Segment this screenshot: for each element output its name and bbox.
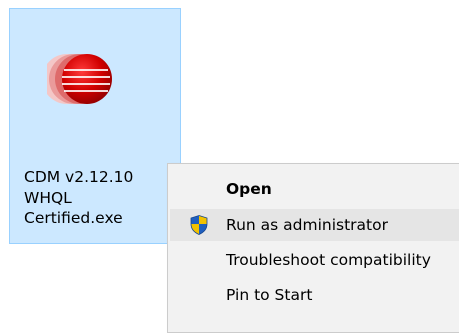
menu-item-troubleshoot-compatibility[interactable]: Troubleshoot compatibility <box>170 244 459 276</box>
menu-item-pin-to-start[interactable]: Pin to Start <box>170 279 459 311</box>
ftdi-red-sphere-icon <box>47 54 112 104</box>
menu-item-run-as-administrator[interactable]: Run as administrator <box>170 209 459 241</box>
uac-shield-icon <box>190 215 208 235</box>
menu-item-troubleshoot-compatibility-label: Troubleshoot compatibility <box>226 251 431 269</box>
menu-item-open[interactable]: Open <box>170 173 459 205</box>
file-name-line-2: WHQL <box>24 188 72 207</box>
menu-item-run-as-administrator-label: Run as administrator <box>226 216 388 234</box>
file-name-line-3: Certified.exe <box>24 209 123 227</box>
file-name-label: CDM v2.12.10 WHQL Certified.exe <box>24 167 174 229</box>
menu-item-pin-to-start-label: Pin to Start <box>226 286 313 304</box>
file-name-line-1: CDM v2.12.10 <box>24 168 134 186</box>
context-menu: Open Run as administrator Troubleshoot c… <box>167 163 459 333</box>
menu-item-open-label: Open <box>226 180 272 198</box>
desktop-file-cdm-installer[interactable]: CDM v2.12.10 WHQL Certified.exe <box>9 8 181 244</box>
